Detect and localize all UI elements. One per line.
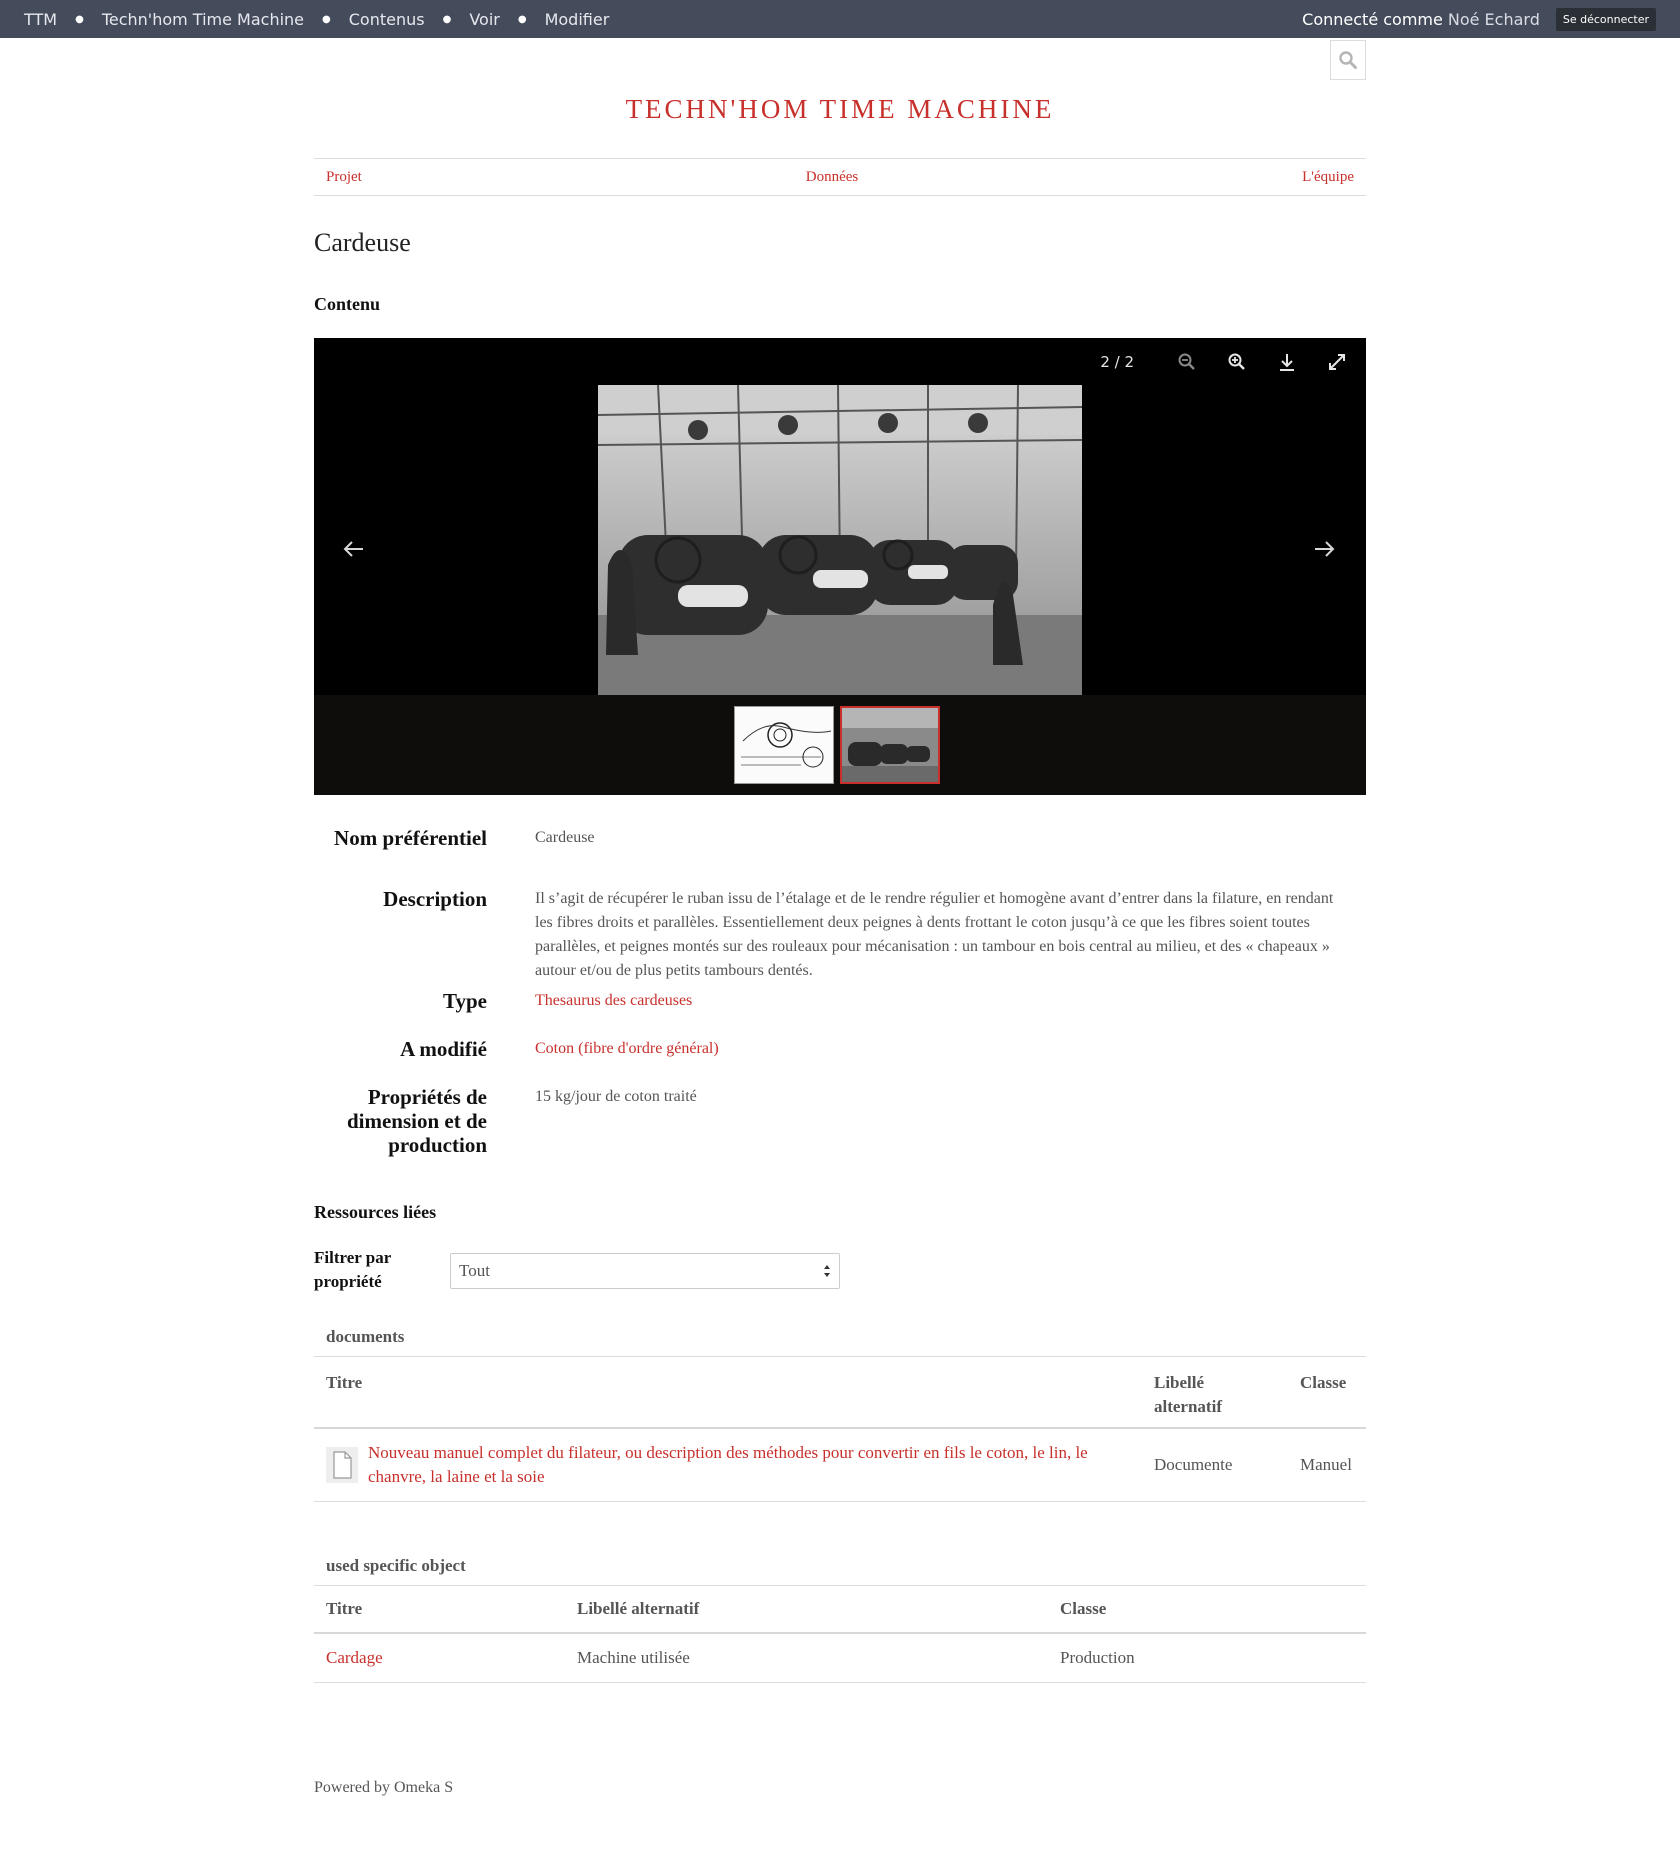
connected-as-label: Connecté comme <box>1302 9 1443 29</box>
table-row[interactable]: Cardage Machine utilisée Production <box>314 1634 1366 1683</box>
column-alt-label: Libellé alternatif <box>1154 1373 1222 1416</box>
bullet-separator: ● <box>75 13 84 25</box>
column-class: Classe <box>1300 1373 1347 1392</box>
nav-item-donnees[interactable]: Données <box>806 169 859 186</box>
property-label: Type <box>443 989 487 1013</box>
carding-machine-engraving <box>598 385 1082 695</box>
property-value: 15 kg/jour de coton traité <box>535 1088 697 1105</box>
table-caption-used-object: used specific object <box>326 1556 466 1575</box>
type-link[interactable]: Thesaurus des cardeuses <box>535 992 692 1009</box>
fullscreen-icon <box>1329 354 1345 370</box>
property-label: A modifié <box>400 1037 487 1061</box>
linked-resources-heading: Ressources liées <box>314 1202 437 1222</box>
content-heading: Contenu <box>314 294 381 314</box>
property-value: Il s’agit de récupérer le ruban issu de … <box>535 890 1334 979</box>
admin-breadcrumb: TTM ● Techn'hom Time Machine ● Contenus … <box>24 0 609 38</box>
cell-alt-label: Machine utilisée <box>577 1648 690 1667</box>
bullet-separator: ● <box>517 13 527 25</box>
logout-button[interactable]: Se déconnecter <box>1555 7 1656 31</box>
modified-link[interactable]: Coton (fibre d'ordre général) <box>535 1040 719 1057</box>
admin-user-area: Connecté comme Noé Echard Se déconnecter <box>1302 0 1656 38</box>
table-header: Titre Libellé alternatif Classe <box>314 1586 1366 1634</box>
zoom-in-icon <box>1228 353 1245 370</box>
used-object-table: Titre Libellé alternatif Classe Cardage … <box>314 1585 1366 1683</box>
admin-link-ttm[interactable]: TTM <box>24 10 57 29</box>
property-label: Propriétés de dimension et de production <box>346 1085 487 1157</box>
column-alt-label: Libellé alternatif <box>577 1599 700 1618</box>
user-link[interactable]: Noé Echard <box>1448 10 1540 29</box>
arrow-left-icon <box>343 541 363 557</box>
search-button[interactable] <box>1330 40 1366 80</box>
admin-link-modifier[interactable]: Modifier <box>545 10 610 29</box>
download-icon <box>1280 354 1294 371</box>
select-arrows-icon <box>824 1265 830 1277</box>
viewer-toolbar: 2 / 2 <box>1100 350 1352 374</box>
document-icon <box>326 1447 358 1488</box>
column-title: Titre <box>326 1373 363 1392</box>
previous-image-button[interactable] <box>336 534 372 564</box>
next-image-button[interactable] <box>1306 534 1342 564</box>
cell-class: Manuel <box>1300 1455 1352 1474</box>
nav-item-projet[interactable]: Projet <box>326 169 362 186</box>
zoom-in-button[interactable] <box>1222 350 1252 374</box>
download-button[interactable] <box>1272 350 1302 374</box>
nav-item-equipe[interactable]: L'équipe <box>1302 169 1354 186</box>
site-title[interactable]: TECHN'HOM TIME MACHINE <box>314 94 1366 125</box>
table-header: Titre Libellé alternatif Classe <box>314 1357 1366 1429</box>
bullet-separator: ● <box>442 13 452 25</box>
admin-link-contenus[interactable]: Contenus <box>349 10 425 29</box>
table-row[interactable]: Nouveau manuel complet du filateur, ou d… <box>314 1429 1366 1502</box>
property-filter-select[interactable]: Tout <box>450 1253 840 1289</box>
filter-label: Filtrer par propriété <box>314 1248 391 1291</box>
main-image[interactable] <box>598 385 1082 695</box>
property-value: Cardeuse <box>535 829 595 846</box>
column-class: Classe <box>1060 1599 1107 1618</box>
filter-selected-value: Tout <box>459 1261 490 1280</box>
table-caption-documents: documents <box>326 1327 405 1346</box>
zoom-out-button[interactable] <box>1172 350 1202 374</box>
media-viewer[interactable]: 2 / 2 <box>314 338 1366 795</box>
footer-powered-by: Powered by Omeka S <box>314 1779 454 1796</box>
property-label: Nom préférentiel <box>334 826 487 850</box>
thumbnail-engraving[interactable] <box>840 706 940 784</box>
zoom-out-icon <box>1178 353 1195 370</box>
thumbnail-diagram[interactable] <box>734 706 834 784</box>
cardage-link[interactable]: Cardage <box>326 1648 383 1667</box>
main-navigation: Projet Données L'équipe <box>314 158 1366 196</box>
bullet-separator: ● <box>322 13 331 25</box>
image-counter: 2 / 2 <box>1100 353 1134 371</box>
arrow-right-icon <box>1315 541 1335 557</box>
page-title: Cardeuse <box>314 228 411 257</box>
admin-bar: TTM ● Techn'hom Time Machine ● Contenus … <box>0 0 1680 38</box>
thumbnail-strip <box>314 695 1366 795</box>
documents-table: Titre Libellé alternatif Classe Nouveau … <box>314 1356 1366 1502</box>
admin-link-site[interactable]: Techn'hom Time Machine <box>102 10 304 29</box>
column-title: Titre <box>326 1599 363 1618</box>
fullscreen-button[interactable] <box>1322 350 1352 374</box>
property-label: Description <box>383 887 487 911</box>
engraving-thumbnail-image <box>842 708 938 782</box>
admin-link-voir[interactable]: Voir <box>469 10 500 29</box>
document-title-link[interactable]: Nouveau manuel complet du filateur, ou d… <box>368 1443 1088 1486</box>
cell-class: Production <box>1060 1648 1135 1667</box>
cell-alt-label: Documente <box>1154 1455 1233 1474</box>
search-icon <box>1339 51 1357 69</box>
diagram-thumbnail-image <box>735 707 833 783</box>
